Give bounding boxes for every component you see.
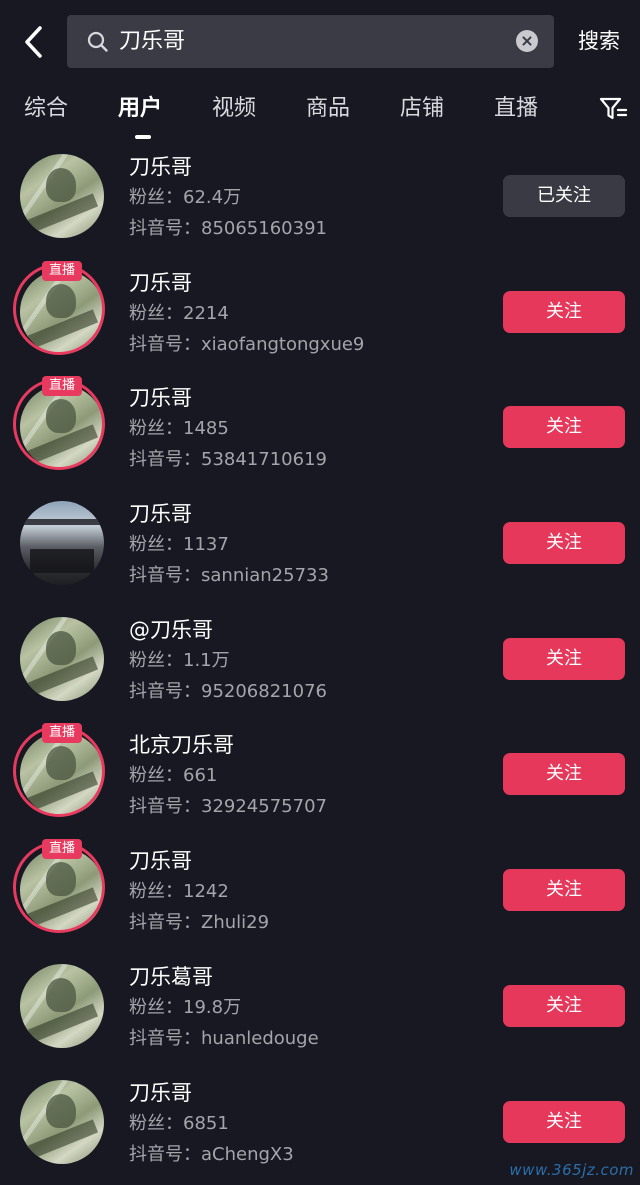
search-button[interactable]: 搜索 — [578, 24, 620, 58]
follow-button[interactable]: 关注 — [503, 406, 625, 449]
follower-count: 粉丝：1485 — [129, 418, 229, 440]
avatar[interactable] — [20, 963, 104, 1048]
filter-icon[interactable] — [598, 96, 628, 122]
tab-users[interactable]: 用户 — [118, 94, 162, 124]
user-row[interactable]: 直播 刀乐哥粉丝：1242 抖音号：Zhuli29 关注 — [0, 832, 640, 948]
tab-videos[interactable]: 视频 — [212, 94, 256, 124]
user-name: 刀乐哥 — [129, 155, 192, 179]
douyin-id: 抖音号：85065160391 — [129, 218, 327, 239]
avatar[interactable] — [20, 616, 104, 701]
avatar[interactable] — [20, 501, 104, 586]
tab-bar: 综合 用户 视频 商品 店铺 直播 — [0, 84, 640, 140]
user-name: 刀乐哥 — [129, 270, 192, 295]
follower-count: 粉丝：62.4万 — [129, 187, 242, 208]
user-name: 刀乐葛哥 — [129, 964, 213, 989]
live-badge: 直播 — [42, 376, 82, 397]
follow-button[interactable]: 关注 — [503, 637, 625, 680]
follower-count: 粉丝：661 — [129, 765, 218, 787]
follower-count: 粉丝：1.1万 — [129, 649, 230, 671]
user-name: 刀乐哥 — [129, 849, 192, 874]
user-row[interactable]: 直播 刀乐哥粉丝：2214 抖音号：xiaofangtongxue9 关注 — [0, 254, 640, 370]
user-row[interactable]: 刀乐哥粉丝：62.4万抖音号：85065160391 已关注 — [0, 138, 640, 254]
user-name: 北京刀乐哥 — [129, 733, 234, 758]
tab-stores[interactable]: 店铺 — [400, 94, 444, 124]
live-badge: 直播 — [42, 260, 82, 281]
user-row[interactable]: 刀乐哥粉丝：1137 抖音号：sannian25733 关注 — [0, 485, 640, 601]
user-name: @刀乐哥 — [129, 617, 213, 642]
user-name: 刀乐哥 — [129, 1080, 192, 1105]
user-row[interactable]: @刀乐哥粉丝：1.1万抖音号：95206821076 关注 — [0, 601, 640, 717]
follower-count: 粉丝：1137 — [129, 534, 229, 556]
follower-count: 粉丝：6851 — [129, 1112, 229, 1134]
douyin-id: 抖音号：95206821076 — [129, 680, 327, 702]
watermark: www.365jz.com — [509, 1161, 634, 1179]
douyin-id: 抖音号：huanledouge — [129, 1027, 319, 1049]
follow-button[interactable]: 关注 — [503, 984, 625, 1027]
douyin-id: 抖音号：32924575707 — [129, 796, 327, 818]
live-badge: 直播 — [42, 839, 82, 860]
follower-count: 粉丝：1242 — [129, 881, 229, 903]
follower-count: 粉丝：2214 — [129, 302, 229, 324]
tab-products[interactable]: 商品 — [306, 94, 350, 124]
search-input[interactable]: 刀乐哥 — [67, 15, 554, 68]
back-icon[interactable] — [18, 22, 52, 62]
avatar[interactable] — [20, 154, 104, 238]
tab-comprehensive[interactable]: 综合 — [24, 94, 68, 124]
douyin-id: 抖音号：sannian25733 — [129, 565, 329, 587]
search-icon — [87, 31, 108, 52]
avatar[interactable] — [20, 1079, 104, 1164]
follow-button[interactable]: 关注 — [503, 1100, 625, 1143]
user-name: 刀乐哥 — [129, 386, 192, 411]
douyin-id: 抖音号：Zhuli29 — [129, 912, 270, 934]
user-row[interactable]: 直播 刀乐哥粉丝：1485 抖音号：53841710619 关注 — [0, 369, 640, 485]
douyin-id: 抖音号：53841710619 — [129, 449, 327, 471]
followed-button[interactable]: 已关注 — [503, 175, 625, 217]
follower-count: 粉丝：19.8万 — [129, 996, 242, 1018]
douyin-id: 抖音号：xiaofangtongxue9 — [129, 333, 365, 355]
douyin-id: 抖音号：aChengX3 — [129, 1143, 294, 1165]
user-row[interactable]: 直播 北京刀乐哥粉丝：661 抖音号：32924575707 关注 — [0, 716, 640, 832]
tab-live[interactable]: 直播 — [494, 94, 538, 124]
follow-button[interactable]: 关注 — [503, 290, 625, 333]
user-list: 刀乐哥 粉丝：62.4万 抖音号：85065160391 已关注 直播 刀乐哥 粉丝：221… — [0, 138, 640, 1179]
follow-button[interactable]: 关注 — [503, 753, 625, 796]
clear-icon[interactable] — [516, 30, 538, 52]
live-badge: 直播 — [42, 723, 82, 744]
follow-button[interactable]: 关注 — [503, 522, 625, 565]
user-name: 刀乐哥 — [129, 502, 192, 527]
user-row[interactable]: 刀乐葛哥粉丝：19.8万抖音号：huanledouge 关注 — [0, 948, 640, 1064]
search-query[interactable]: 刀乐哥 — [119, 15, 185, 68]
follow-button[interactable]: 关注 — [503, 869, 625, 912]
top-bar: 刀乐哥 搜索 — [0, 0, 640, 84]
